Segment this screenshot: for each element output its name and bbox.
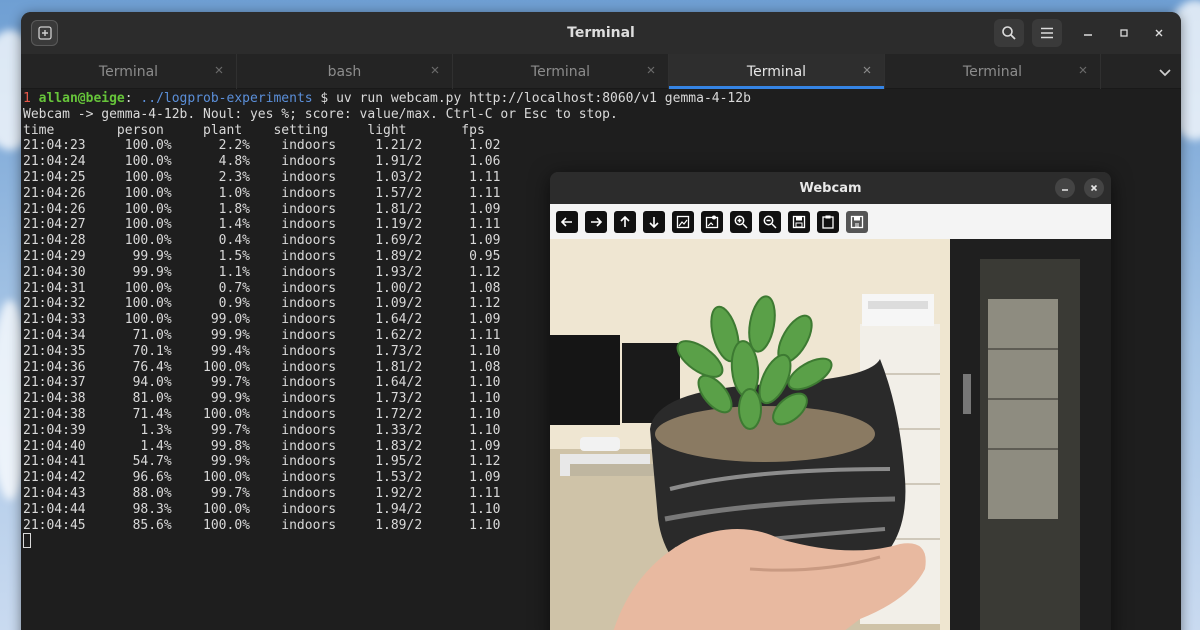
up-button[interactable] xyxy=(614,210,636,233)
prompt-at: @ xyxy=(77,91,86,106)
save-as-icon xyxy=(850,215,864,228)
prompt-path: ../logprob-experiments xyxy=(132,91,313,106)
new-tab-button[interactable] xyxy=(31,20,58,46)
table-header: time person plant setting light fps xyxy=(23,122,485,138)
terminal-header-bar: Terminal xyxy=(21,12,1181,54)
zoom-out-button[interactable] xyxy=(759,210,781,233)
close-icon xyxy=(1155,29,1163,37)
tab-terminal-1[interactable]: Terminal xyxy=(21,54,237,89)
maximize-icon xyxy=(1120,29,1128,37)
arrow-left-icon xyxy=(560,216,572,227)
plus-icon xyxy=(37,26,52,40)
tab-terminal-5[interactable]: Terminal xyxy=(885,54,1101,89)
save-as-button[interactable] xyxy=(846,210,868,233)
tab-bash[interactable]: bash xyxy=(237,54,453,89)
back-button[interactable] xyxy=(556,210,578,233)
save-button[interactable] xyxy=(788,210,810,233)
prompt-host: beige xyxy=(85,91,125,106)
tab-label: Terminal xyxy=(530,63,591,80)
clipboard-icon xyxy=(822,215,834,229)
webcam-close-button[interactable] xyxy=(1084,178,1104,198)
tab-close-icon[interactable] xyxy=(860,63,874,77)
configure-icon xyxy=(705,215,719,228)
search-icon xyxy=(1002,26,1016,40)
tab-close-icon[interactable] xyxy=(428,63,442,77)
arrow-up-icon xyxy=(620,215,630,227)
minimize-button[interactable] xyxy=(1077,22,1099,44)
webcam-image xyxy=(550,239,1111,630)
command-text: uv run webcam.py http://localhost:8060/v… xyxy=(328,91,751,106)
close-button[interactable] xyxy=(1148,22,1170,44)
prompt-line: 1 allan@beige: ../logprob-experiments $ … xyxy=(23,91,1181,107)
tab-label: Terminal xyxy=(962,63,1023,80)
forward-button[interactable] xyxy=(585,210,607,233)
webcam-minimize-button[interactable] xyxy=(1055,178,1075,198)
arrow-down-icon xyxy=(649,216,659,228)
info-line: Webcam -> gemma-4-12b. Noul: yes %; scor… xyxy=(23,106,618,122)
webcam-toolbar xyxy=(550,204,1111,239)
output-row: 21:04:23 100.0% 2.2% indoors 1.21/2 1.02 xyxy=(23,138,501,154)
tab-close-icon[interactable] xyxy=(1076,63,1090,77)
arrow-right-icon xyxy=(591,216,603,227)
output-row: 21:04:24 100.0% 4.8% indoors 1.91/2 1.06 xyxy=(23,154,501,170)
menu-button[interactable] xyxy=(1032,19,1062,47)
minimize-icon xyxy=(1084,34,1092,36)
tab-label: bash xyxy=(327,63,362,80)
search-button[interactable] xyxy=(994,19,1024,47)
close-icon xyxy=(1090,184,1098,192)
window-title: Terminal xyxy=(567,25,635,41)
minimize-icon xyxy=(1062,189,1068,191)
hamburger-menu-icon xyxy=(1041,27,1053,39)
configure-button[interactable] xyxy=(701,210,723,233)
tab-close-icon[interactable] xyxy=(212,63,226,77)
zoom-in-button[interactable] xyxy=(730,210,752,233)
tab-label: Terminal xyxy=(98,63,159,80)
tab-close-icon[interactable] xyxy=(644,63,658,77)
tab-terminal-active[interactable]: Terminal xyxy=(669,54,885,89)
maximize-button[interactable] xyxy=(1113,22,1135,44)
save-icon xyxy=(792,215,806,228)
down-button[interactable] xyxy=(643,210,665,233)
webcam-frame xyxy=(550,239,1111,630)
zoom-in-icon xyxy=(734,215,748,229)
home-icon xyxy=(676,215,690,228)
webcam-window: Webcam xyxy=(550,172,1111,630)
chevron-down-icon[interactable] xyxy=(1155,62,1175,82)
prompt-user: allan xyxy=(38,91,78,106)
prompt-symbol: $ xyxy=(312,91,329,106)
prompt-colon: : xyxy=(124,91,133,106)
webcam-header-bar: Webcam xyxy=(550,172,1111,204)
tab-terminal-3[interactable]: Terminal xyxy=(453,54,669,89)
tab-label: Terminal xyxy=(746,63,807,80)
text-cursor xyxy=(23,533,31,549)
webcam-title: Webcam xyxy=(799,180,862,196)
prompt-index: 1 xyxy=(23,91,31,106)
home-button[interactable] xyxy=(672,210,694,233)
clipboard-button[interactable] xyxy=(817,210,839,233)
tab-bar: Terminal bash Terminal Terminal Terminal xyxy=(21,54,1181,89)
zoom-out-icon xyxy=(763,215,777,229)
